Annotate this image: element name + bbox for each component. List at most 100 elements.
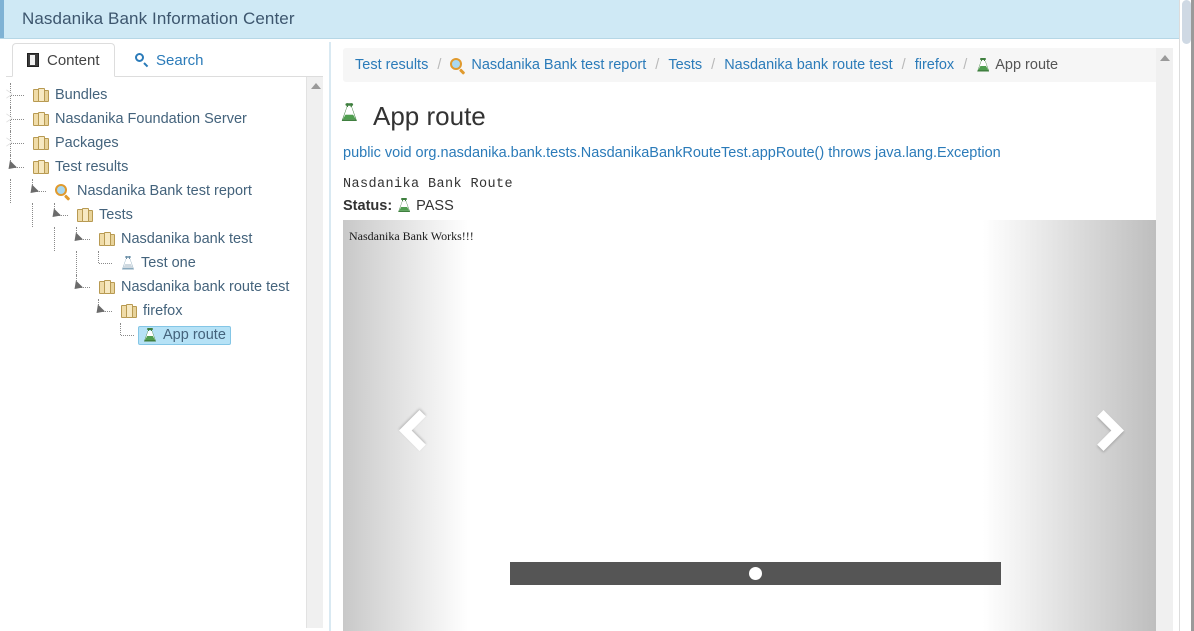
- folder-icon: [33, 135, 49, 151]
- tree-node-label-wrapper: Test results: [28, 158, 133, 177]
- scroll-up-icon[interactable]: [311, 83, 321, 89]
- folder-icon: [99, 279, 115, 295]
- tree-node-firefox[interactable]: firefox: [6, 299, 306, 323]
- tree-node-nasdanika-bank-test-report[interactable]: Nasdanika Bank test report: [6, 179, 306, 203]
- tree-node-label: Nasdanika Bank test report: [77, 182, 252, 199]
- tree-twisty-expanded-icon[interactable]: [26, 179, 50, 203]
- tree-node-label: Test results: [55, 158, 129, 175]
- breadcrumb-item-label: Nasdanika Bank test report: [471, 57, 647, 73]
- tree-node-test-one[interactable]: Test one: [6, 251, 306, 275]
- breadcrumb-item-nasdanika-bank-route-test[interactable]: Nasdanika bank route test: [724, 57, 892, 73]
- tab-search-label: Search: [156, 51, 204, 69]
- main-content-panel: Test results / Nasdanika Bank test repor…: [333, 42, 1179, 631]
- navigation-tabs: Content Search: [6, 42, 323, 77]
- magnifier-icon: [450, 57, 466, 75]
- header-accent-bar: [0, 0, 4, 38]
- tree-node-app-route[interactable]: App route: [6, 323, 306, 347]
- tree-scrollbar[interactable]: [306, 77, 323, 628]
- status-badge: PASS: [416, 197, 454, 214]
- content-tree: Bundles Nasdanika Foundation Server Pack…: [6, 83, 306, 347]
- tree-indent: [72, 251, 94, 275]
- folder-icon: [33, 87, 49, 103]
- carousel-prev-button[interactable]: [395, 409, 441, 456]
- tree-node-label-wrapper-selected: App route: [138, 325, 231, 345]
- breadcrumb-item-firefox[interactable]: firefox: [915, 57, 955, 73]
- tree-node-nasdanika-foundation-server[interactable]: Nasdanika Foundation Server: [6, 107, 306, 131]
- tree-node-bundles[interactable]: Bundles: [6, 83, 306, 107]
- tree-twisty-expanded-icon[interactable]: [70, 227, 94, 251]
- breadcrumb-separator: /: [963, 57, 968, 73]
- scroll-up-icon[interactable]: [1160, 55, 1170, 61]
- folder-icon: [99, 231, 115, 247]
- tree-node-label-wrapper: Nasdanika Foundation Server: [28, 110, 252, 129]
- tree-node-label: Nasdanika bank test: [121, 230, 253, 247]
- breadcrumb-separator: /: [655, 57, 660, 73]
- breadcrumb-item-label: App route: [995, 57, 1059, 73]
- tree-twisty-expanded-icon[interactable]: [6, 155, 28, 179]
- screenshot-carousel: Nasdanika Bank Works!!!: [343, 220, 1169, 631]
- breadcrumb-separator: /: [711, 57, 716, 73]
- carousel-slide-caption: Nasdanika Bank Works!!!: [349, 229, 474, 243]
- breadcrumb-item-nasdanika-bank-test-report[interactable]: Nasdanika Bank test report: [450, 57, 647, 75]
- tree-twisty-expanded-icon[interactable]: [48, 203, 72, 227]
- tree-node-label: Tests: [99, 206, 133, 223]
- tree-twisty-collapsed-icon[interactable]: [6, 131, 28, 155]
- search-icon: [135, 53, 149, 67]
- status-label: Status:: [343, 197, 393, 214]
- method-signature-link[interactable]: public void org.nasdanika.bank.tests.Nas…: [343, 145, 1169, 161]
- test-description: Nasdanika Bank Route: [343, 176, 514, 192]
- main-panel-scrollbar[interactable]: [1156, 48, 1173, 631]
- tree-node-label: Nasdanika bank route test: [121, 278, 290, 295]
- tree-twisty-collapsed-icon[interactable]: [6, 107, 28, 131]
- breadcrumb-separator: /: [437, 57, 442, 73]
- tree-indent: [28, 203, 50, 227]
- tree-node-tests[interactable]: Tests: [6, 203, 306, 227]
- tree-node-label: firefox: [143, 302, 183, 319]
- breadcrumb-item-test-results[interactable]: Test results: [355, 57, 428, 73]
- page-scrollbar[interactable]: [1179, 0, 1194, 631]
- tree-node-label: App route: [163, 326, 226, 343]
- tree-node-label-wrapper: Nasdanika Bank test report: [50, 182, 257, 201]
- tree-indent: [6, 179, 28, 203]
- tree-node-nasdanika-bank-route-test[interactable]: Nasdanika bank route test: [6, 275, 306, 299]
- magnifier-icon: [55, 183, 71, 201]
- page-scrollbar-thumb[interactable]: [1182, 0, 1191, 44]
- tree-node-packages[interactable]: Packages: [6, 131, 306, 155]
- tab-content[interactable]: Content: [12, 43, 115, 77]
- tree-twisty-collapsed-icon[interactable]: [6, 83, 28, 107]
- tree-node-label-wrapper: Packages: [28, 134, 124, 153]
- tree-node-label: Bundles: [55, 86, 108, 103]
- tree-node-label: Nasdanika Foundation Server: [55, 110, 247, 127]
- tab-search[interactable]: Search: [120, 43, 219, 77]
- tree-node-nasdanika-bank-test[interactable]: Nasdanika bank test: [6, 227, 306, 251]
- tree-leaf-connector: [94, 251, 116, 275]
- tree-node-test-results[interactable]: Test results: [6, 155, 306, 179]
- breadcrumb-item-tests[interactable]: Tests: [668, 57, 702, 73]
- tree-node-label-wrapper: Nasdanika bank route test: [94, 278, 294, 297]
- tree-indent: [50, 227, 72, 251]
- content-heading: App route: [341, 90, 1169, 131]
- tree-twisty-expanded-icon[interactable]: [70, 275, 94, 299]
- panel-divider: [329, 42, 331, 631]
- breadcrumb-separator: /: [901, 57, 906, 73]
- breadcrumb: Test results / Nasdanika Bank test repor…: [343, 48, 1169, 82]
- tab-content-label: Content: [47, 51, 100, 69]
- book-icon: [27, 53, 40, 67]
- tree-twisty-expanded-icon[interactable]: [92, 299, 116, 323]
- carousel-indicator-dot[interactable]: [749, 567, 762, 580]
- carousel-next-button[interactable]: [1082, 409, 1125, 456]
- tree-node-label-wrapper: Test one: [116, 254, 201, 273]
- tree-node-label: Packages: [55, 134, 119, 151]
